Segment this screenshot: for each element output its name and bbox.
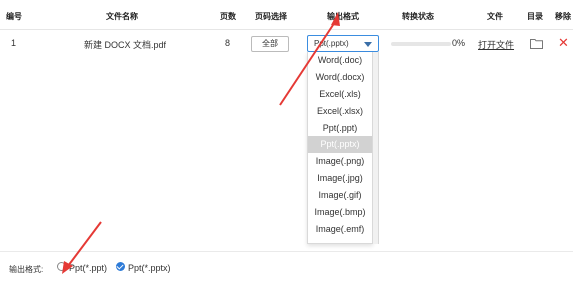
dropdown-scrollbar[interactable] — [373, 52, 379, 244]
close-icon[interactable]: ✕ — [558, 36, 569, 49]
caret-down-icon — [364, 42, 372, 47]
dropdown-option[interactable]: Image(.gif) — [308, 187, 372, 204]
open-file-link[interactable]: 打开文件 — [478, 38, 514, 51]
page-select-all-button[interactable]: 全部 — [251, 36, 289, 52]
dropdown-option[interactable]: Image(.jpg) — [308, 170, 372, 187]
header-page-select: 页码选择 — [255, 12, 287, 21]
row-filename: 新建 DOCX 文档.pdf — [84, 40, 167, 50]
radio-ppt-label[interactable]: Ppt(*.ppt) — [69, 263, 107, 273]
output-format-value: Ppt(.pptx) — [314, 39, 349, 48]
header-status: 转换状态 — [402, 12, 434, 21]
progress-percent: 0% — [452, 38, 466, 48]
radio-pptx[interactable] — [116, 262, 125, 271]
dropdown-option[interactable]: Ppt(.ppt) — [308, 120, 372, 137]
footer-bar: 输出格式: Ppt(*.ppt) Ppt(*.pptx) — [0, 251, 573, 284]
dropdown-option[interactable]: Image(.bmp) — [308, 204, 372, 221]
dropdown-option[interactable]: Excel(.xlsx) — [308, 103, 372, 120]
header-pages: 页数 — [220, 12, 236, 21]
output-format-select[interactable]: Ppt(.pptx) — [307, 35, 379, 52]
conversion-progress-bar — [391, 42, 451, 46]
header-filename: 文件名称 — [106, 12, 138, 21]
dropdown-option[interactable]: Image(.png) — [308, 153, 372, 170]
table-header: 编号 文件名称 页数 页码选择 输出格式 转换状态 文件 目录 移除 — [0, 0, 573, 30]
header-output-format: 输出格式 — [327, 12, 359, 21]
header-index: 编号 — [6, 12, 22, 21]
dropdown-option[interactable]: Word(.docx) — [308, 69, 372, 86]
row-index: 1 — [11, 38, 17, 48]
format-dropdown-list: Word(.doc) Word(.docx) Excel(.xls) Excel(.x… — [307, 52, 373, 244]
row-pages: 8 — [225, 38, 231, 48]
dropdown-option[interactable]: Ppt(.pptx) — [308, 136, 372, 154]
radio-ppt[interactable] — [57, 262, 66, 271]
footer-output-format-label: 输出格式: — [9, 265, 44, 274]
folder-icon[interactable] — [530, 38, 543, 49]
header-remove: 移除 — [555, 12, 571, 21]
dropdown-option[interactable]: Image(.emf) — [308, 221, 372, 238]
header-folder: 目录 — [527, 12, 543, 21]
dropdown-option[interactable]: Word(.doc) — [308, 52, 372, 69]
radio-pptx-label[interactable]: Ppt(*.pptx) — [128, 263, 171, 273]
header-file: 文件 — [487, 12, 503, 21]
dropdown-option[interactable]: Excel(.xls) — [308, 86, 372, 103]
